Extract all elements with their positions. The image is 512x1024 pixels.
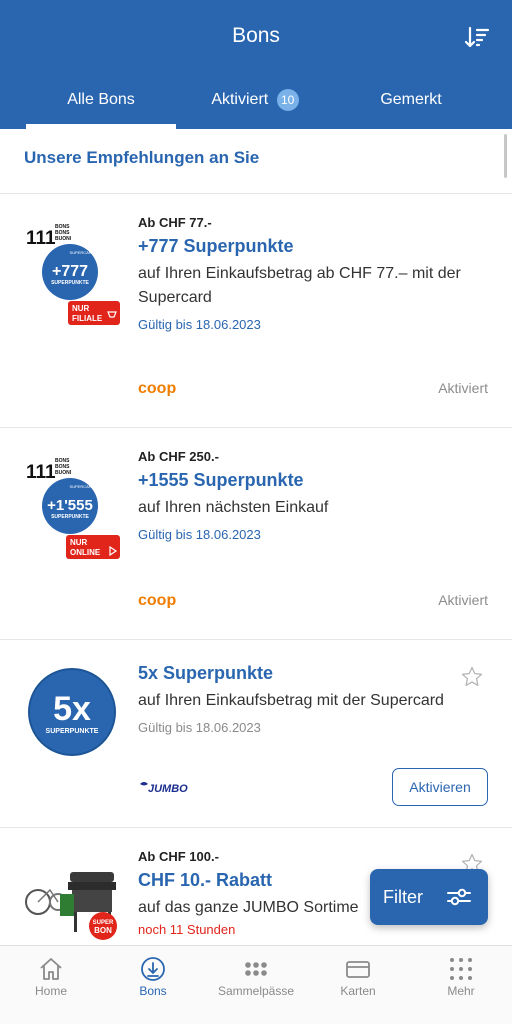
bottom-nav: Home Bons Sammelpässe Karten Mehr bbox=[0, 945, 512, 1024]
tab-label: Alle Bons bbox=[67, 91, 135, 108]
bon-validity: Gültig bis 18.06.2023 bbox=[138, 527, 261, 542]
bon-image-card-label: SUPERCARD bbox=[69, 250, 94, 255]
svg-text:JUMBO: JUMBO bbox=[148, 783, 188, 794]
count-badge: 10 bbox=[276, 89, 299, 111]
bon-image-tag: BON bbox=[94, 926, 112, 935]
coop-logo: coop bbox=[138, 592, 176, 608]
bon-image: 5x SUPERPUNKTE bbox=[28, 668, 116, 756]
coop-logo: coop bbox=[138, 380, 176, 396]
bon-description: auf Ihren nächsten Einkauf bbox=[138, 499, 329, 516]
bon-image-sub: SUPERPUNKTE bbox=[46, 728, 99, 735]
bon-image-brand: 111 bbox=[26, 462, 56, 483]
section-heading: Unsere Empfehlungen an Sie bbox=[24, 148, 260, 167]
bon-title: 5x Superpunkte bbox=[138, 663, 274, 683]
nav-mehr[interactable]: Mehr bbox=[410, 946, 512, 1024]
bon-image-value: 5x bbox=[53, 690, 91, 728]
star-icon[interactable] bbox=[460, 665, 484, 689]
bon-image: 111 BONS BONS BUONI SUPERCARD +1'555 SUP… bbox=[26, 458, 120, 559]
bon-card[interactable]: 111 BONS BONS BUONI SUPERCARD +1'555 SUP… bbox=[0, 427, 512, 639]
nav-label: Karten bbox=[340, 984, 376, 998]
card-icon bbox=[346, 961, 370, 978]
filter-button[interactable]: Filter bbox=[370, 869, 488, 925]
bon-image-value: +1'555 bbox=[47, 497, 93, 514]
more-grid-icon bbox=[450, 958, 472, 980]
bon-description: auf Ihren Einkaufsbetrag ab CHF 77.– mit… bbox=[138, 265, 461, 306]
nav-label: Sammelpässe bbox=[217, 984, 295, 998]
svg-text:coop: coop bbox=[138, 592, 176, 608]
bon-card[interactable]: 111 BONS BONS BUONI SUPERCARD +777 SUPER… bbox=[0, 193, 512, 427]
bon-condition: Ab CHF 100.- bbox=[138, 849, 219, 864]
stamp-card-icon bbox=[245, 962, 267, 976]
bon-image-sub: SUPERPUNKTE bbox=[51, 514, 89, 520]
bon-image-tag: ONLINE bbox=[70, 548, 101, 557]
tab-aktiviert[interactable]: Aktiviert 10 bbox=[170, 88, 340, 129]
bon-image-brand-line: BUONI bbox=[55, 236, 72, 242]
nav-sammelpaesse[interactable]: Sammelpässe bbox=[205, 946, 307, 1024]
bon-description: auf Ihren Einkaufsbetrag mit der Superca… bbox=[138, 692, 444, 709]
bon-validity: Gültig bis 18.06.2023 bbox=[138, 317, 261, 332]
bon-image-value: +777 bbox=[52, 263, 88, 280]
filter-label: Filter bbox=[383, 887, 423, 907]
sort-icon[interactable] bbox=[464, 25, 490, 51]
bon-validity: Gültig bis 18.06.2023 bbox=[138, 720, 261, 735]
bon-condition: Ab CHF 250.- bbox=[138, 449, 219, 464]
bon-image-brand-line: BUONI bbox=[55, 470, 72, 476]
bons-icon bbox=[141, 957, 165, 981]
home-icon bbox=[40, 958, 62, 980]
tab-label: Aktiviert bbox=[211, 91, 269, 108]
activated-status: Aktiviert bbox=[438, 380, 488, 396]
scrollbar[interactable] bbox=[504, 134, 507, 178]
app-header: Bons Alle Bons Aktiviert 10 Gemerkt bbox=[0, 0, 512, 129]
activated-status: Aktiviert bbox=[438, 592, 488, 608]
nav-label: Home bbox=[34, 984, 67, 998]
page-title: Bons bbox=[232, 24, 280, 47]
bon-image-sub: SUPERPUNKTE bbox=[51, 280, 89, 286]
svg-text:coop: coop bbox=[138, 380, 176, 396]
bon-image: 111 BONS BONS BUONI SUPERCARD +777 SUPER… bbox=[26, 224, 120, 325]
active-tab-indicator bbox=[26, 124, 176, 129]
nav-label: Mehr bbox=[447, 984, 475, 998]
bon-image-brand: 111 bbox=[26, 228, 56, 249]
nav-karten[interactable]: Karten bbox=[307, 946, 409, 1024]
jumbo-logo: JUMBO bbox=[140, 782, 188, 794]
activate-button[interactable]: Aktivieren bbox=[392, 768, 488, 806]
tab-label: Gemerkt bbox=[380, 91, 442, 108]
nav-label: Bons bbox=[139, 984, 167, 998]
bon-image-tag: NUR bbox=[70, 538, 88, 547]
sliders-icon bbox=[447, 888, 471, 906]
bon-image-card-label: SUPERCARD bbox=[69, 484, 94, 489]
bon-title: +777 Superpunkte bbox=[138, 236, 294, 256]
tab-bar: Alle Bons Aktiviert 10 Gemerkt bbox=[0, 88, 512, 129]
bon-title: +1555 Superpunkte bbox=[138, 470, 304, 490]
nav-bons[interactable]: Bons bbox=[102, 946, 204, 1024]
bon-image-tag: FILIALE bbox=[72, 314, 103, 323]
bon-image-tag: NUR bbox=[72, 304, 90, 313]
tab-gemerkt[interactable]: Gemerkt bbox=[336, 88, 486, 129]
nav-home[interactable]: Home bbox=[0, 946, 102, 1024]
bon-condition: Ab CHF 77.- bbox=[138, 215, 212, 230]
bon-card[interactable]: 5x SUPERPUNKTE 5x Superpunkte auf Ihren … bbox=[0, 639, 512, 827]
bon-image: SUPER BON bbox=[25, 872, 117, 940]
tab-alle-bons[interactable]: Alle Bons bbox=[26, 88, 176, 129]
